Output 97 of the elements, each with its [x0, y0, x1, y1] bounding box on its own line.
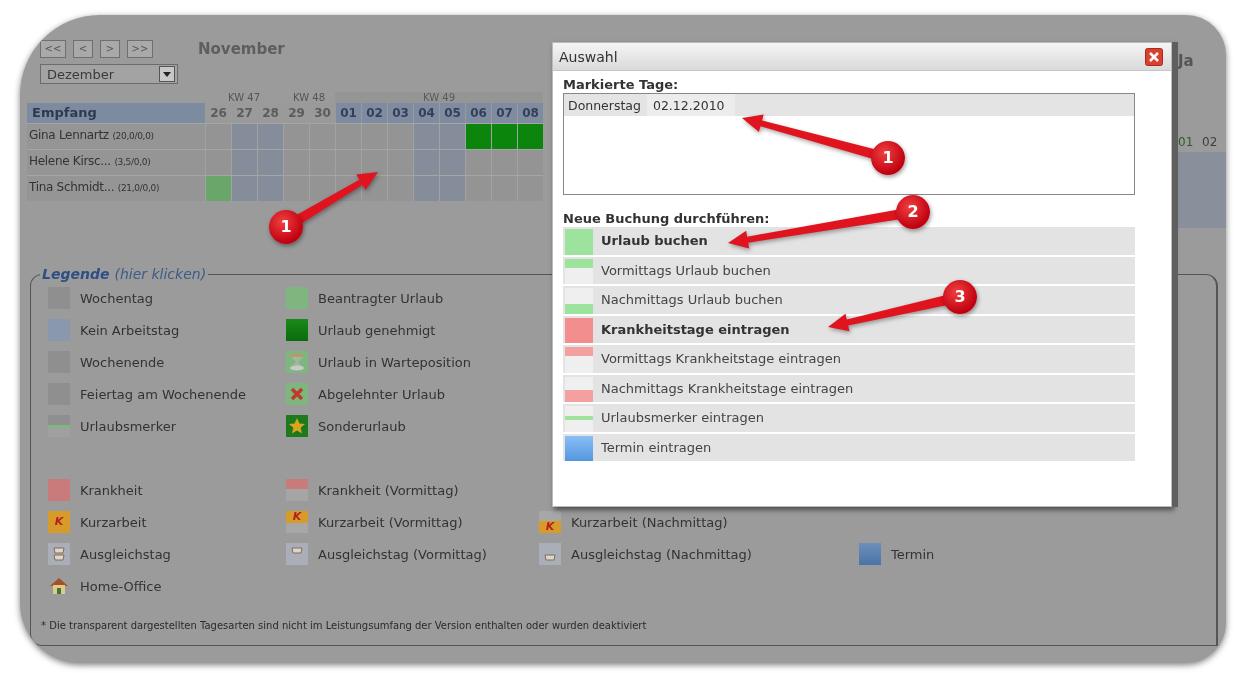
short-work-icon: K	[48, 511, 70, 533]
legend-swatch	[286, 479, 308, 501]
day-cell[interactable]	[465, 176, 491, 201]
day-cell[interactable]	[257, 176, 283, 201]
day-cell[interactable]	[439, 176, 465, 201]
day-cell[interactable]	[517, 150, 543, 175]
day-cell[interactable]	[257, 150, 283, 175]
day-cell[interactable]	[387, 150, 413, 175]
day-cell[interactable]	[231, 124, 257, 149]
week-label: KW 49	[335, 92, 543, 103]
day-header: 02	[1202, 132, 1226, 152]
weekday-cell-text: Donnerstag	[567, 97, 642, 113]
month-heading: Ja	[1178, 52, 1194, 70]
legend-label: Termin	[891, 546, 935, 562]
legend-swatch	[48, 415, 70, 437]
day-cell[interactable]	[283, 150, 309, 175]
day-cell[interactable]	[283, 176, 309, 201]
legend-label: Feiertag am Wochenende	[80, 386, 247, 402]
day-cell[interactable]	[205, 176, 231, 201]
star-icon	[286, 415, 308, 437]
legend-label: Sonderurlaub	[318, 418, 406, 434]
hourglass-icon	[286, 351, 308, 373]
legend-swatch	[48, 479, 70, 501]
legend-label: Home-Office	[80, 578, 162, 594]
cross-icon	[286, 383, 308, 405]
day-cell[interactable]	[491, 124, 517, 149]
legend-label: Urlaub genehmigt	[318, 322, 436, 338]
day-cell[interactable]	[205, 150, 231, 175]
cup-icon	[48, 543, 70, 565]
dialog-title: Auswahl	[559, 48, 618, 65]
short-work-icon: K	[286, 511, 308, 533]
day-cell[interactable]	[283, 124, 309, 149]
legend-label: Abgelehnter Urlaub	[318, 386, 445, 402]
footnote: * Die transparent dargestellten Tagesarten sind nicht im Leistungsumfang der Version enthalten oder wurden deaktiviert	[41, 620, 647, 631]
marked-day-row[interactable]: Donnerstag 02.12.2010	[564, 94, 1134, 116]
day-cell[interactable]	[439, 150, 465, 175]
legend-label: Wochenende	[80, 354, 165, 370]
legend-label: Urlaubsmerker	[80, 418, 177, 434]
day-header: 01	[335, 103, 361, 123]
legend-label: Krankheit	[80, 482, 143, 498]
week-label: KW 47	[227, 92, 261, 103]
day-header: 06	[465, 103, 491, 123]
day-cell[interactable]	[413, 150, 439, 175]
section-label: Markierte Tage:	[563, 77, 680, 92]
day-cell[interactable]	[413, 124, 439, 149]
day-cell[interactable]	[335, 124, 361, 149]
day-header: 02	[361, 103, 387, 123]
day-cell[interactable]	[491, 150, 517, 175]
day-cell[interactable]	[309, 124, 335, 149]
legend-label: Kurzarbeit (Vormittag)	[318, 514, 463, 530]
dropdown-icon	[159, 66, 175, 82]
employee-name: Helene Kirsc... (3,5/0,0)	[27, 150, 205, 175]
group-header: Empfang	[27, 103, 205, 123]
legend-label: Kurzarbeit	[80, 514, 147, 530]
day-cell[interactable]	[387, 176, 413, 201]
day-cell[interactable]	[361, 150, 387, 175]
day-header: 05	[439, 103, 465, 123]
short-work-icon: K	[539, 511, 561, 533]
legend-label: Ausgleichstag (Vormittag)	[318, 546, 487, 562]
day-cell[interactable]	[465, 150, 491, 175]
legend-swatch	[859, 543, 881, 565]
day-cell[interactable]	[231, 176, 257, 201]
legend-label: Beantragter Urlaub	[318, 290, 444, 306]
day-cell[interactable]	[335, 150, 361, 175]
day-cell[interactable]	[465, 124, 491, 149]
day-cell[interactable]	[205, 124, 231, 149]
legend-label: Kein Arbeitstag	[80, 322, 180, 338]
close-icon[interactable]	[1145, 47, 1163, 66]
day-cell[interactable]	[257, 124, 283, 149]
day-cell[interactable]	[413, 176, 439, 201]
date-cell: 02.12.2010	[646, 94, 735, 116]
legend-swatch	[286, 287, 308, 309]
day-header: 07	[491, 103, 517, 123]
day-cell[interactable]	[231, 150, 257, 175]
employee-name: Gina Lennartz (20,0/0,0)	[27, 124, 205, 149]
day-cell[interactable]	[387, 124, 413, 149]
day-header: 08	[517, 103, 543, 123]
legend-label: Urlaub in Warteposition	[318, 354, 471, 370]
month-select[interactable]: Dezember	[40, 64, 178, 84]
day-cell[interactable]	[517, 124, 543, 149]
legend-label: Ausgleichstag (Nachmittag)	[571, 546, 752, 562]
month-heading: November	[198, 40, 285, 58]
day-cell[interactable]	[361, 124, 387, 149]
day-cell[interactable]	[309, 176, 335, 201]
day-header: 04	[413, 103, 439, 123]
cup-icon	[286, 543, 308, 565]
legend-label: Ausgleichstag	[80, 546, 171, 562]
legend-label: Kurzarbeit (Nachmittag)	[571, 514, 728, 530]
legend-label: Wochentag	[80, 290, 153, 306]
legend-label: Krankheit (Vormittag)	[318, 482, 459, 498]
cup-icon	[539, 543, 561, 565]
day-header: 03	[387, 103, 413, 123]
week-label: KW 48	[292, 92, 326, 103]
legend-swatch	[286, 319, 308, 341]
employee-name: Tina Schmidt... (21,0/0,0)	[27, 176, 205, 201]
house-icon	[48, 575, 70, 597]
day-cell[interactable]	[439, 124, 465, 149]
